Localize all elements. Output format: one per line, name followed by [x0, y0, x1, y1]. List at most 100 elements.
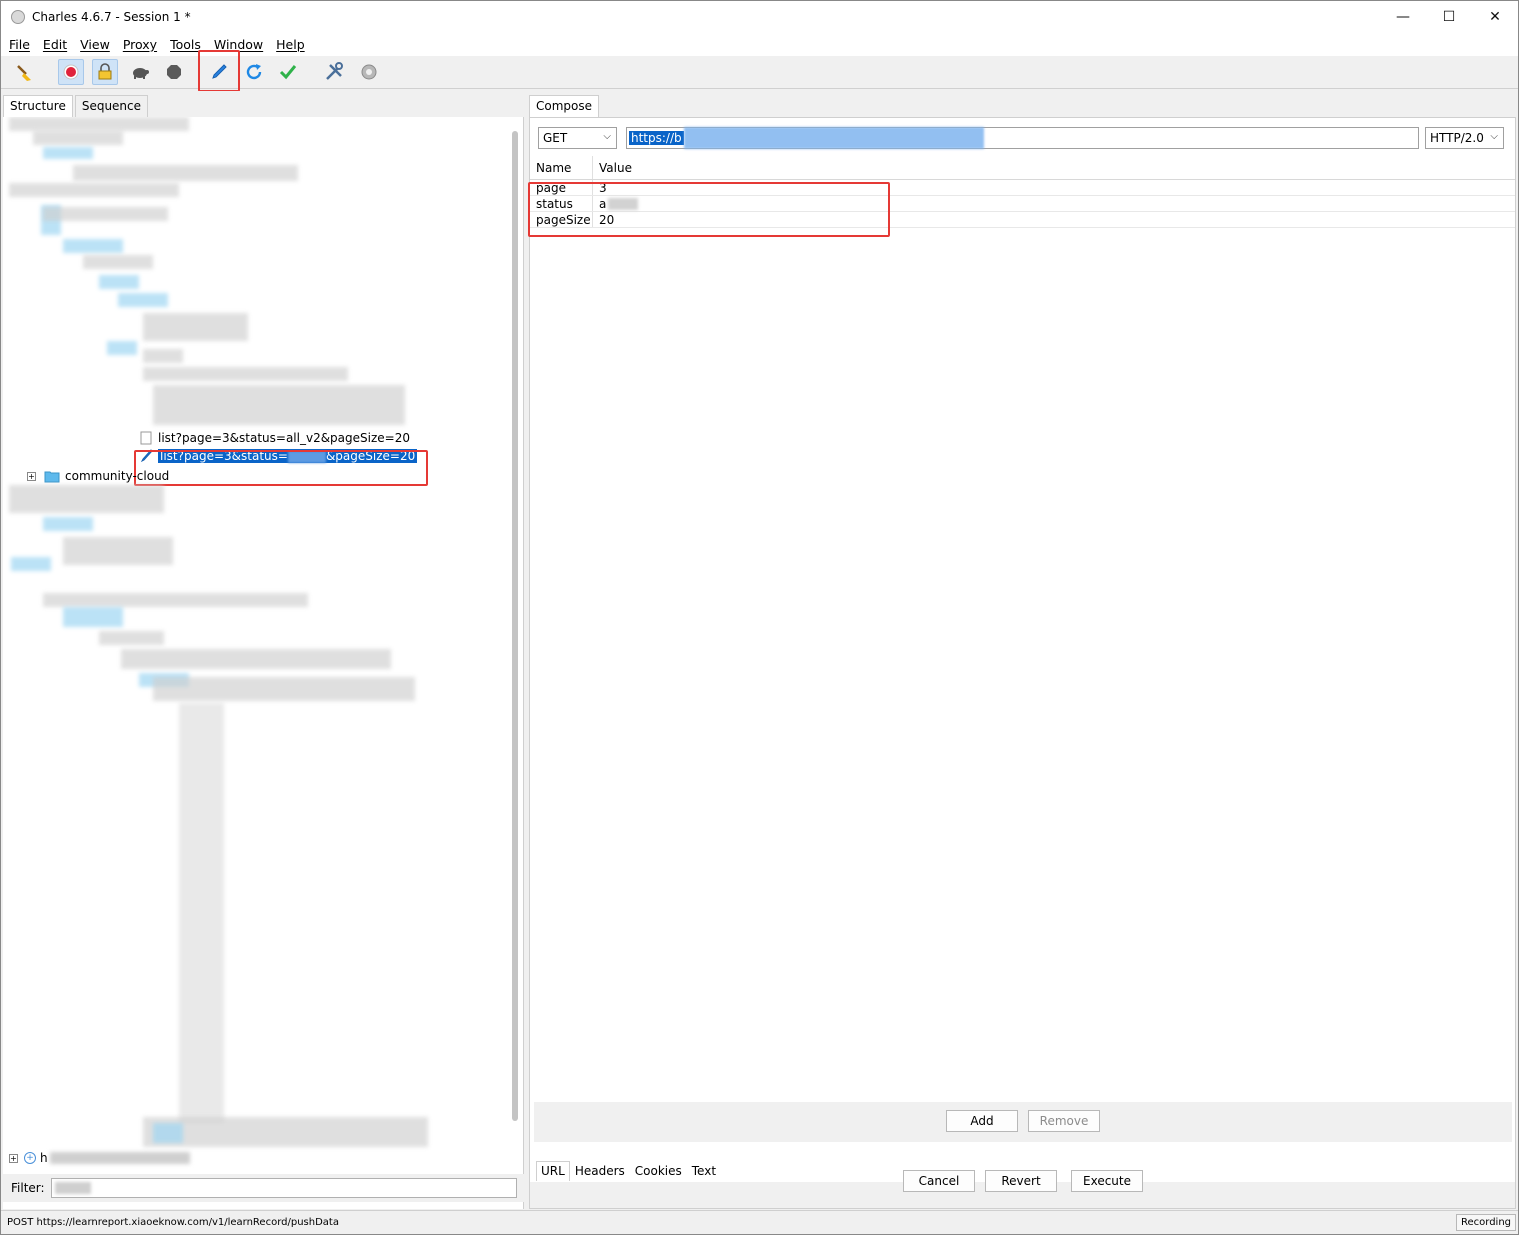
tree-node-bottom[interactable]: + + h	[9, 1151, 190, 1165]
cancel-button[interactable]: Cancel	[903, 1170, 975, 1192]
redacted-tree-row	[43, 517, 93, 531]
name-column-header[interactable]: Name	[530, 156, 593, 179]
redacted-tree-row	[63, 607, 123, 627]
redacted-tree-row	[9, 485, 164, 513]
value-column-header[interactable]: Value	[593, 156, 632, 179]
folder-icon	[44, 471, 60, 483]
structure-panel: Structure Sequence list?page=3&status=al	[3, 91, 524, 1209]
protocol-select[interactable]: HTTP/2.0 ⌵	[1425, 127, 1504, 149]
redacted-tree-row	[33, 131, 123, 145]
redacted-tree-row	[83, 255, 153, 269]
menu-tools[interactable]: Tools	[170, 37, 201, 52]
settings-gear-icon[interactable]	[356, 59, 382, 85]
structure-tree: list?page=3&status=all_v2&pageSize=20 li…	[3, 117, 511, 1169]
window-controls: — ☐ ✕	[1380, 1, 1518, 32]
tree-folder-community-cloud[interactable]: + community-cloud	[27, 469, 169, 483]
chevron-down-icon: ⌵	[1490, 131, 1498, 142]
redacted-filter-text	[54, 1182, 91, 1194]
request-line: GET ⌵ https://b HTTP/2.0 ⌵	[538, 127, 1508, 149]
close-button[interactable]: ✕	[1472, 1, 1518, 32]
menu-view[interactable]: View	[80, 37, 110, 52]
redacted-tree-row	[99, 275, 139, 289]
tab-compose[interactable]: Compose	[529, 95, 600, 117]
throttle-turtle-icon[interactable]	[127, 59, 153, 85]
toolbar	[1, 50, 1518, 92]
recording-badge[interactable]: Recording	[1455, 1214, 1516, 1231]
params-highlight-box	[528, 182, 890, 237]
title-bar: Charles 4.6.7 - Session 1 * — ☐ ✕	[1, 1, 1518, 32]
redacted-tree-row	[153, 385, 405, 425]
tab-sequence[interactable]: Sequence	[74, 95, 149, 117]
right-tabs: Compose	[528, 91, 1518, 117]
status-bar: POST https://learnreport.xiaoeknow.com/v…	[1, 1210, 1518, 1234]
redacted-tree-row	[153, 1123, 183, 1143]
menu-file[interactable]: File	[9, 37, 30, 52]
revert-button[interactable]: Revert	[985, 1170, 1057, 1192]
menu-edit[interactable]: Edit	[43, 37, 67, 52]
remove-button[interactable]: Remove	[1028, 1110, 1100, 1132]
add-button[interactable]: Add	[946, 1110, 1018, 1132]
redacted-tree-row	[73, 165, 298, 181]
repeat-refresh-icon[interactable]	[241, 59, 267, 85]
redacted-tree-row	[143, 349, 183, 363]
minimize-button[interactable]: —	[1380, 1, 1426, 32]
redacted-tree-row	[63, 239, 123, 253]
tab-structure[interactable]: Structure	[3, 95, 73, 117]
tab-headers[interactable]: Headers	[570, 1161, 630, 1181]
host-label: h	[40, 1151, 48, 1165]
redacted-tree-column	[179, 703, 224, 1123]
tab-url[interactable]: URL	[536, 1161, 570, 1181]
broom-icon[interactable]	[11, 59, 37, 85]
folder-label: community-cloud	[65, 469, 170, 483]
redacted-tree-row	[107, 341, 137, 355]
param-actions-bar	[534, 1102, 1512, 1142]
tools-wrench-icon[interactable]	[321, 59, 347, 85]
window-title: Charles 4.6.7 - Session 1 *	[32, 9, 191, 24]
breakpoints-stop-icon[interactable]	[161, 59, 187, 85]
compose-editor: GET ⌵ https://b HTTP/2.0 ⌵ Name Value pa…	[528, 117, 1516, 1209]
tab-cookies[interactable]: Cookies	[630, 1161, 687, 1181]
url-input[interactable]: https://b	[626, 127, 1419, 149]
params-header-row: Name Value	[530, 156, 1515, 180]
compose-subtabs: URL Headers Cookies Text	[536, 1161, 721, 1181]
redacted-tree-row	[118, 293, 168, 307]
filter-label: Filter:	[11, 1181, 45, 1195]
protocol-value: HTTP/2.0	[1430, 131, 1484, 145]
method-select[interactable]: GET ⌵	[538, 127, 617, 149]
redacted-tree-row	[143, 367, 348, 381]
maximize-button[interactable]: ☐	[1426, 1, 1472, 32]
redacted-tree-row	[143, 313, 248, 341]
redacted-tree-row	[43, 147, 93, 159]
status-message: POST https://learnreport.xiaoeknow.com/v…	[7, 1217, 339, 1228]
charles-app-icon	[11, 9, 25, 24]
redacted-tree-row	[9, 117, 189, 131]
charles-window: Charles 4.6.7 - Session 1 * — ☐ ✕ File E…	[0, 0, 1519, 1235]
execute-button[interactable]: Execute	[1071, 1170, 1143, 1192]
filter-input-wrap	[50, 1178, 517, 1198]
redacted-tree-row	[11, 557, 51, 571]
redacted-tree-row	[43, 207, 168, 221]
tree-scrollbar[interactable]	[512, 131, 518, 1121]
expand-toggle-icon[interactable]: +	[27, 471, 36, 481]
compose-panel: Compose GET ⌵ https://b HTTP/2.0 ⌵ Name …	[528, 91, 1518, 1209]
validate-check-icon[interactable]	[275, 59, 301, 85]
redacted-tree-row	[63, 537, 173, 565]
document-icon	[140, 431, 152, 445]
tab-text[interactable]: Text	[687, 1161, 721, 1181]
compose-highlight-box	[198, 50, 240, 92]
redacted-tree-row	[121, 649, 391, 669]
url-text: https://b	[629, 131, 684, 145]
left-tabs: Structure Sequence	[3, 91, 524, 117]
menu-proxy[interactable]: Proxy	[123, 37, 157, 52]
chevron-down-icon: ⌵	[603, 131, 611, 142]
expand-toggle-icon[interactable]: +	[9, 1153, 18, 1163]
menu-help[interactable]: Help	[276, 37, 305, 52]
filter-input[interactable]	[50, 1178, 517, 1198]
redacted-tree-row	[143, 1117, 428, 1147]
ssl-proxy-lock-icon[interactable]	[92, 59, 118, 85]
filter-bar: Filter:	[3, 1174, 524, 1202]
selected-request-highlight-box	[134, 450, 428, 486]
request-label: list?page=3&status=all_v2&pageSize=20	[158, 431, 410, 445]
request-list-item[interactable]: list?page=3&status=all_v2&pageSize=20	[140, 431, 410, 445]
record-icon[interactable]	[58, 59, 84, 85]
